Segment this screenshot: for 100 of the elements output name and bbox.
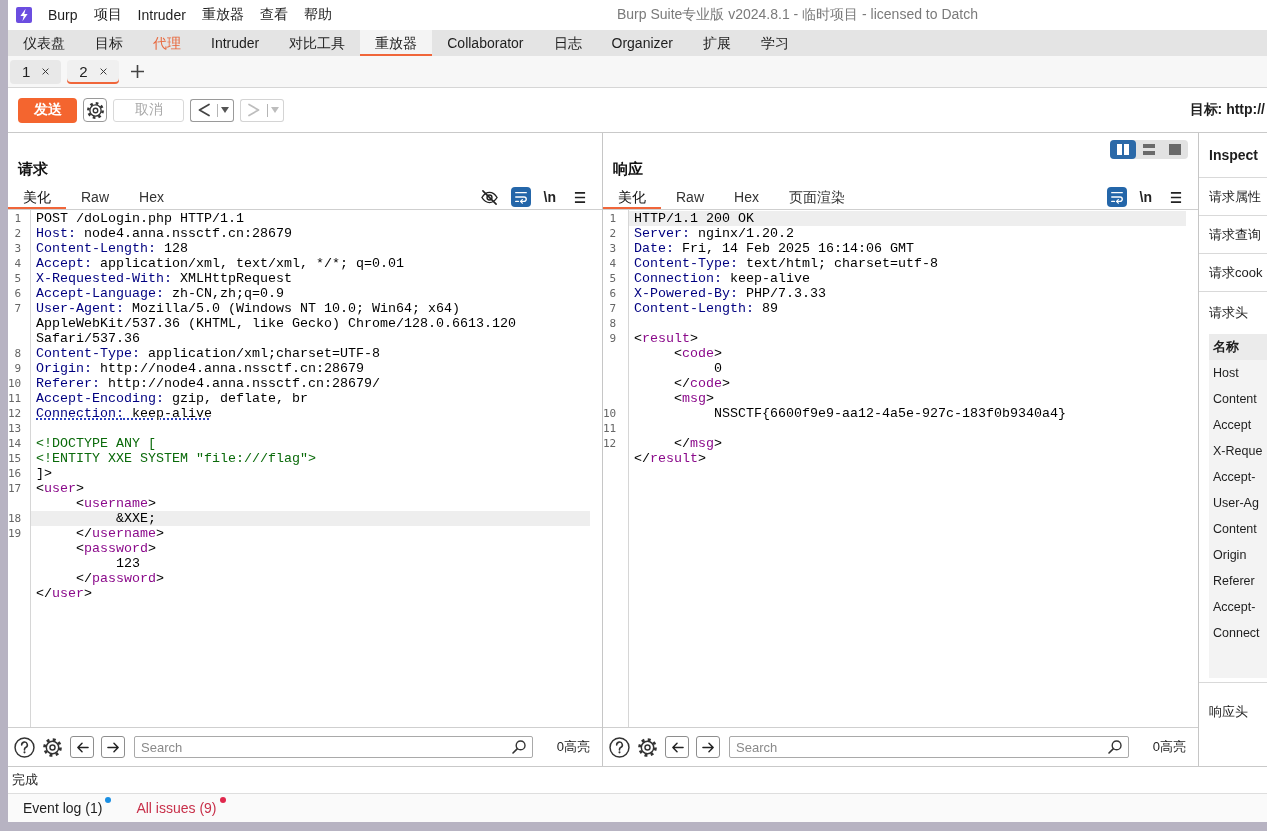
table-cell-text: Connect xyxy=(1212,625,1261,642)
line-number: 12 xyxy=(8,406,23,421)
help-icon[interactable] xyxy=(609,736,630,758)
menu-item[interactable]: 项目 xyxy=(85,6,130,24)
line-number: 5 xyxy=(13,271,22,286)
view-tab[interactable]: 美化 xyxy=(8,185,66,209)
line-number: 8 xyxy=(13,346,22,361)
back-button[interactable] xyxy=(190,98,217,122)
help-icon[interactable] xyxy=(14,736,35,758)
line-number: 12 xyxy=(603,436,618,451)
search-icon[interactable] xyxy=(1107,740,1122,754)
wrap-button[interactable] xyxy=(510,187,531,207)
code-line: Origin: http://node4.anna.nssctf.cn:28679 xyxy=(35,361,365,376)
history-dropdown[interactable] xyxy=(217,98,234,122)
column-header: 名称 xyxy=(1209,334,1267,360)
line-number: 9 xyxy=(608,331,617,346)
wrap-button[interactable] xyxy=(1106,187,1127,207)
previous-button[interactable] xyxy=(70,736,94,758)
view-tab[interactable]: Raw xyxy=(66,185,124,209)
code-line: </user> xyxy=(35,586,93,601)
view-tab[interactable]: 美化 xyxy=(603,185,661,209)
close-icon[interactable] xyxy=(42,68,50,75)
next-button[interactable] xyxy=(101,736,125,758)
chevron-right-icon xyxy=(248,103,260,117)
line-number: 3 xyxy=(608,241,617,256)
view-tab[interactable]: Raw xyxy=(661,185,719,209)
section-header[interactable]: 请求属性 xyxy=(1199,178,1267,216)
search-field[interactable]: Search xyxy=(729,736,1129,758)
section-header[interactable]: 请求cook xyxy=(1199,254,1267,292)
menu-item[interactable]: 帮助 xyxy=(295,6,340,24)
code-line: X-Requested-With: XMLHttpRequest xyxy=(35,271,293,286)
match-count: 0高亮 xyxy=(1152,738,1187,756)
main-tab[interactable]: 对比工具 xyxy=(274,30,361,56)
main-tab[interactable]: 学习 xyxy=(746,30,804,56)
line-number: 7 xyxy=(13,301,22,317)
caret-down-icon xyxy=(221,107,229,113)
plus-icon[interactable] xyxy=(130,65,144,78)
code-line: Date: Fri, 14 Feb 2025 16:14:06 GMT xyxy=(633,241,915,256)
settings-button[interactable] xyxy=(83,98,107,122)
view-tab[interactable]: Hex xyxy=(719,185,774,209)
view-tab[interactable]: Hex xyxy=(124,185,179,209)
repeater-tab[interactable]: 2 xyxy=(67,59,119,84)
wrap-icon xyxy=(1109,190,1124,204)
main-tab[interactable]: Collaborator xyxy=(432,30,539,56)
main-tab[interactable]: 目标 xyxy=(80,30,138,56)
main-tab[interactable]: 日志 xyxy=(538,30,597,56)
line-number: 3 xyxy=(13,241,22,256)
section-header[interactable]: 请求头 xyxy=(1199,292,1267,334)
code-line: Content-Type: text/html; charset=utf-8 xyxy=(633,256,939,271)
line-number: 2 xyxy=(608,226,617,241)
menu-item[interactable]: 重放器 xyxy=(193,6,252,24)
wrap-icon xyxy=(513,190,528,204)
gear-icon[interactable] xyxy=(637,736,658,758)
menu-item[interactable]: Burp xyxy=(40,7,86,23)
newline-button[interactable]: \n xyxy=(1139,189,1152,205)
main-tab[interactable]: Intruder xyxy=(196,30,275,56)
menu-item[interactable]: Intruder xyxy=(129,7,194,23)
section-header[interactable]: 请求查询 xyxy=(1199,216,1267,254)
line-number: 8 xyxy=(608,316,617,331)
view-tab[interactable]: 页面渲染 xyxy=(773,185,860,209)
line-number: 10 xyxy=(8,376,23,391)
table-cell-text: Accept- xyxy=(1212,599,1257,616)
line-number: 1 xyxy=(608,211,617,226)
line-number: 11 xyxy=(603,421,618,436)
main-tab[interactable]: 仪表盘 xyxy=(8,30,80,56)
main-tab[interactable]: 扩展 xyxy=(688,30,746,56)
code-line: Server: nginx/1.20.2 xyxy=(633,226,795,241)
code-line: 123 xyxy=(115,556,141,571)
repeater-tab[interactable]: 1 xyxy=(10,59,62,84)
newline-button[interactable]: \n xyxy=(543,189,556,205)
menu-item[interactable]: 查看 xyxy=(251,6,296,24)
menu-icon[interactable] xyxy=(574,190,586,204)
layout-button[interactable] xyxy=(1110,140,1136,159)
bottom-tab[interactable]: All issues (9) xyxy=(136,800,217,816)
previous-button[interactable] xyxy=(665,736,689,758)
next-button[interactable] xyxy=(696,736,720,758)
gear-icon[interactable] xyxy=(42,736,63,758)
section-header[interactable]: 响应头 xyxy=(1199,682,1267,741)
caret-down-icon xyxy=(271,107,279,113)
arrow-right-icon xyxy=(106,740,120,754)
line-number: 6 xyxy=(608,286,617,301)
search-icon[interactable] xyxy=(511,740,526,754)
table-cell-text: Content xyxy=(1212,391,1258,408)
chevron-left-icon xyxy=(198,103,210,117)
code-line: Accept-Encoding: gzip, deflate, br xyxy=(35,391,309,406)
menu-icon[interactable] xyxy=(1170,190,1182,204)
line-number: 4 xyxy=(13,256,22,271)
close-icon[interactable] xyxy=(99,68,107,75)
line-number: 2 xyxy=(13,226,22,241)
code-line: X-Powered-By: PHP/7.3.33 xyxy=(633,286,827,301)
arrow-left-icon xyxy=(670,740,684,754)
code-line: Accept-Language: zh-CN,zh;q=0.9 xyxy=(35,286,285,301)
eye-slash-icon[interactable] xyxy=(480,188,498,206)
code-line: </password> xyxy=(75,571,165,586)
main-tab[interactable]: 重放器 xyxy=(360,30,433,56)
main-tab[interactable]: Organizer xyxy=(596,30,688,56)
code-line: 0 xyxy=(713,361,723,376)
bottom-tab[interactable]: Event log (1) xyxy=(23,800,103,816)
code-line: <!DOCTYPE ANY [ xyxy=(35,436,157,451)
search-field[interactable]: Search xyxy=(134,736,533,758)
